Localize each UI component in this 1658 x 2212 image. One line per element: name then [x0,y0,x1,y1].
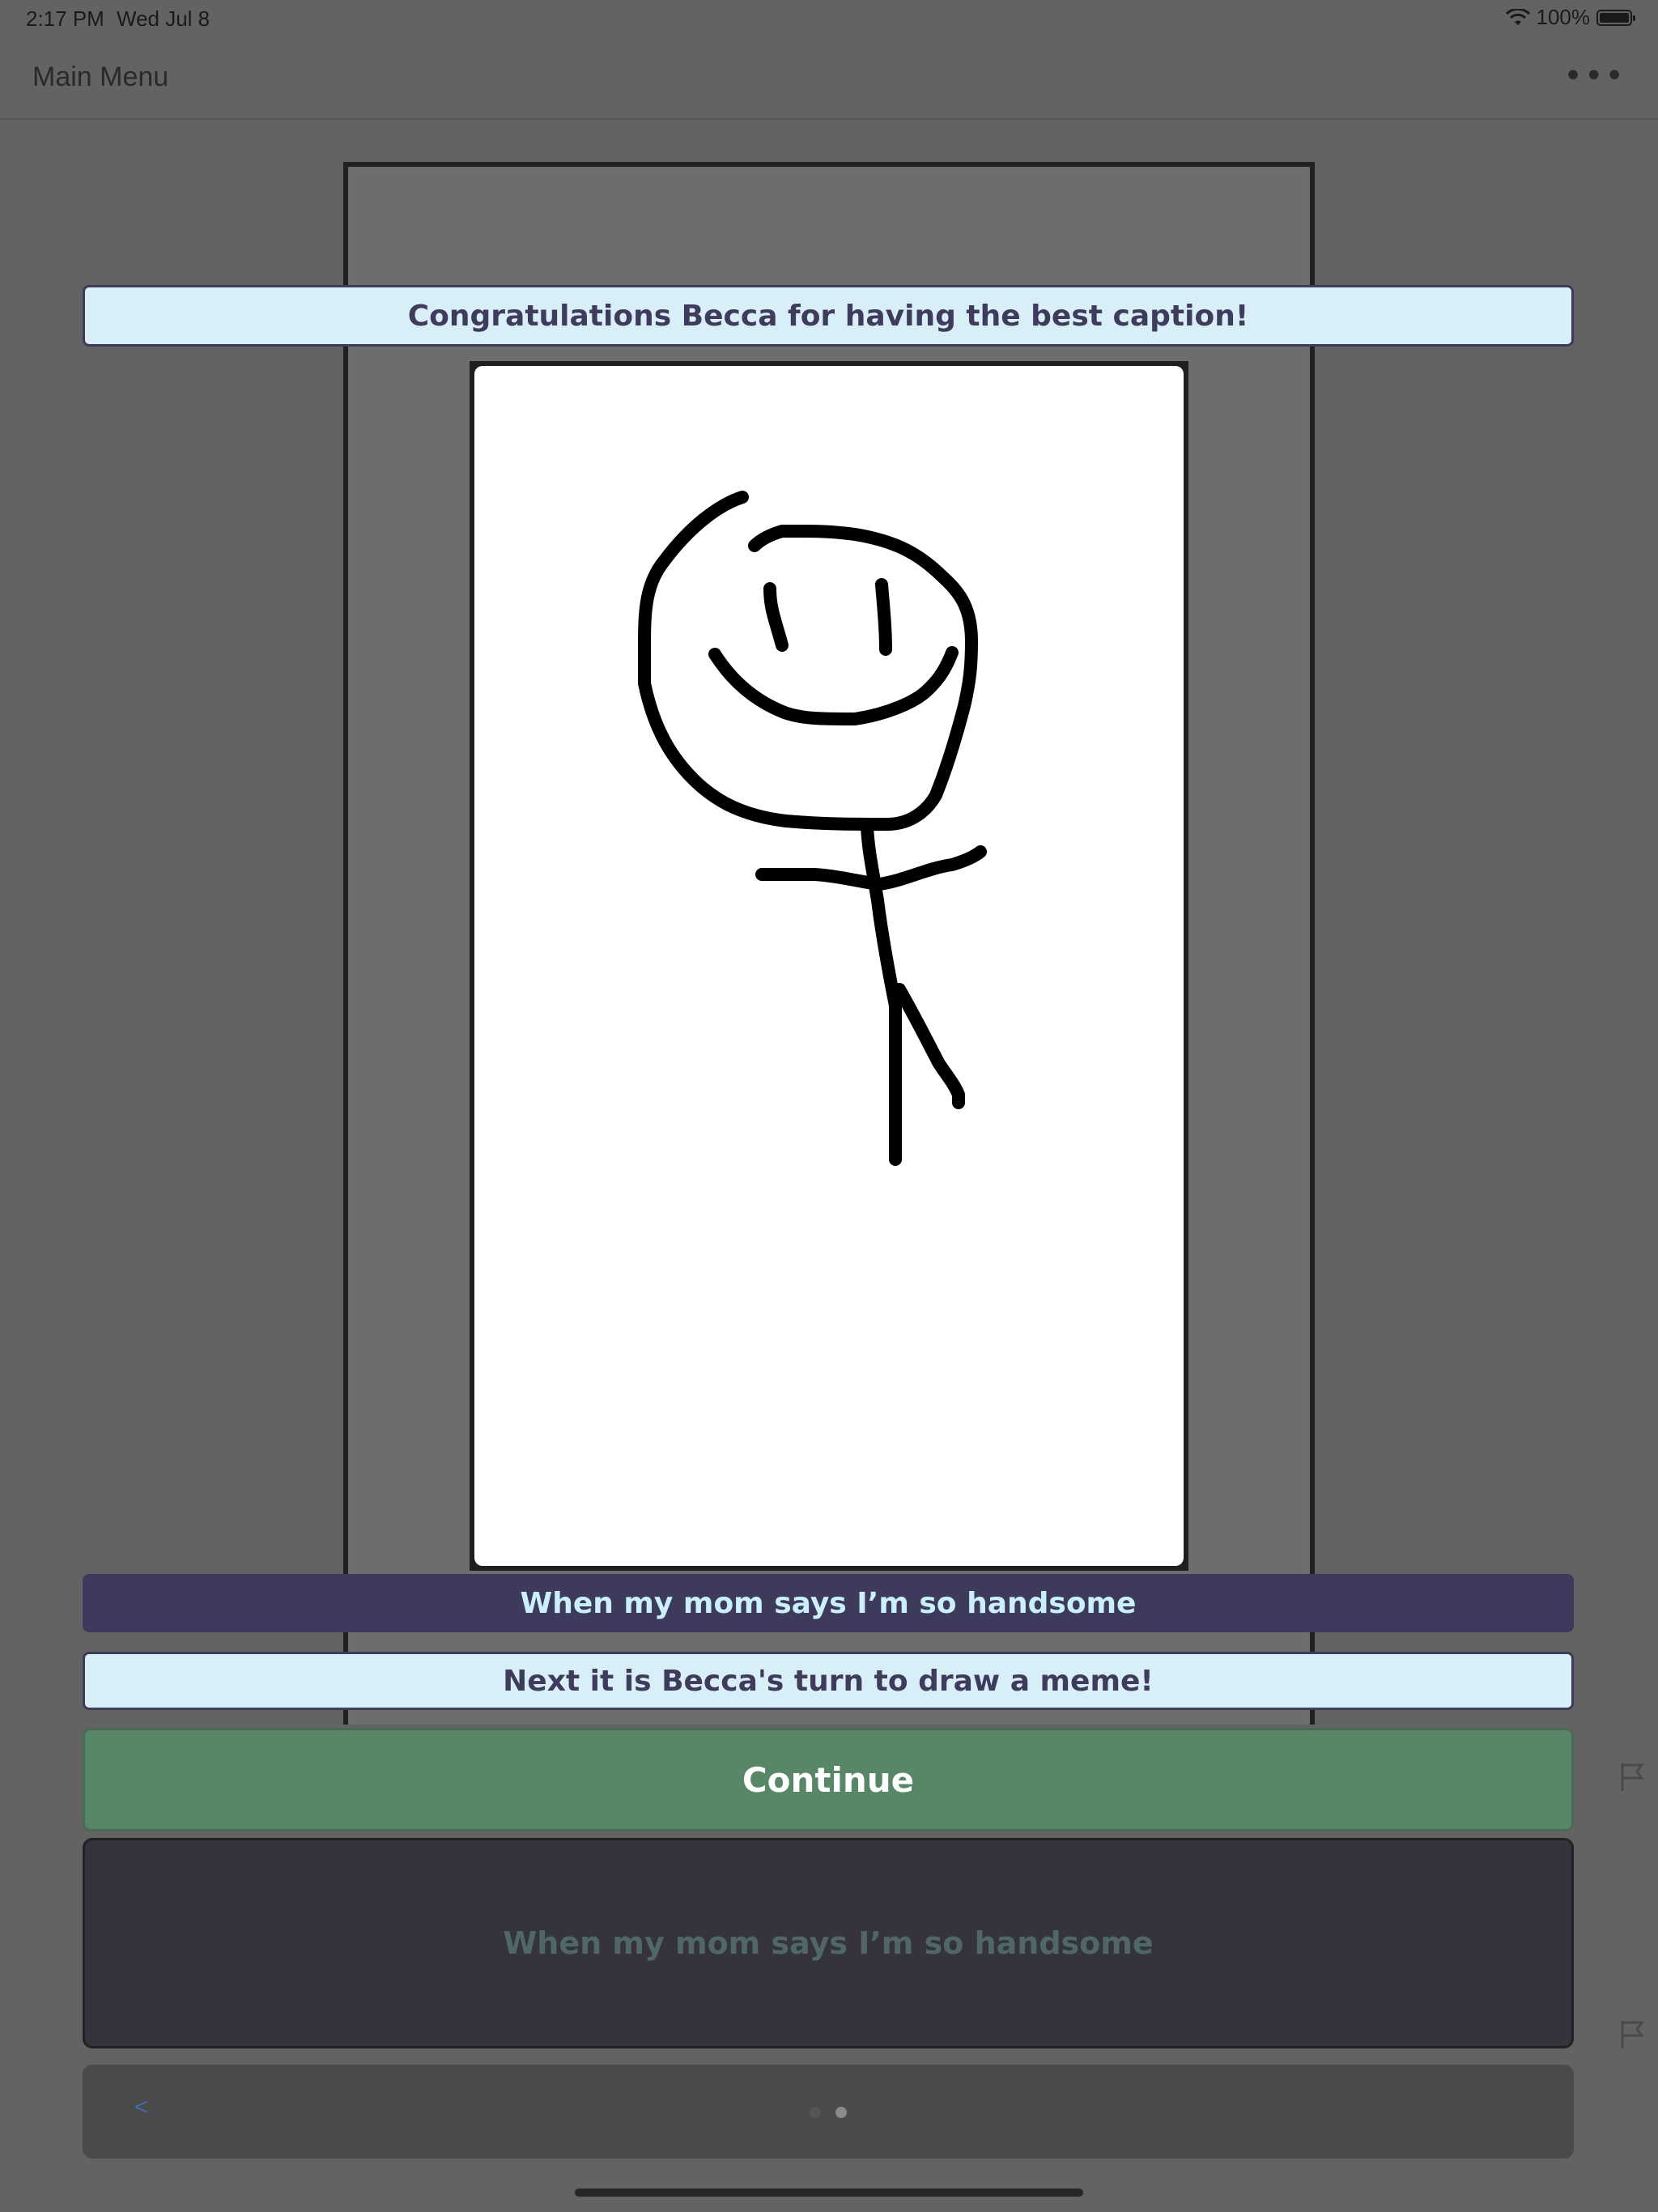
status-right: 100% [1505,5,1635,30]
page-dot[interactable] [810,2107,821,2118]
status-date: Wed Jul 8 [117,6,210,31]
page-dot-active[interactable] [835,2107,847,2118]
congratulations-banner: Congratulations Becca for having the bes… [83,285,1574,347]
flag-icon[interactable] [1616,1760,1648,1793]
drawing-card [470,361,1188,1571]
battery-fill [1600,12,1629,23]
home-indicator[interactable] [575,2189,1083,2197]
next-turn-banner: Next it is Becca's turn to draw a meme! [83,1652,1574,1710]
ellipsis-icon[interactable]: ••• [1563,60,1626,92]
status-time: 2:17 PM [26,6,104,31]
caption-panel: When my mom says I’m so handsome [83,1838,1574,2048]
battery-percent: 100% [1536,5,1591,29]
drawing-canvas [474,366,1184,1566]
status-bar: 2:17 PM Wed Jul 8 100% [0,0,1658,36]
battery-icon [1596,9,1635,26]
nav-bar: Main Menu ••• [0,36,1658,120]
stick-figure-drawing [638,491,987,1166]
wifi-icon [1505,8,1530,25]
screen: 2:17 PM Wed Jul 8 100% Main Menu ••• Con… [0,0,1658,2212]
previous-page-button[interactable]: < [134,2094,149,2121]
caption-banner: When my mom says I’m so handsome [83,1574,1574,1632]
pager-bar: < [83,2065,1574,2159]
continue-button[interactable]: Continue [83,1728,1574,1831]
flag-icon[interactable] [1616,2018,1648,2050]
main-menu-button[interactable]: Main Menu [32,62,168,93]
page-indicator [810,2107,847,2118]
